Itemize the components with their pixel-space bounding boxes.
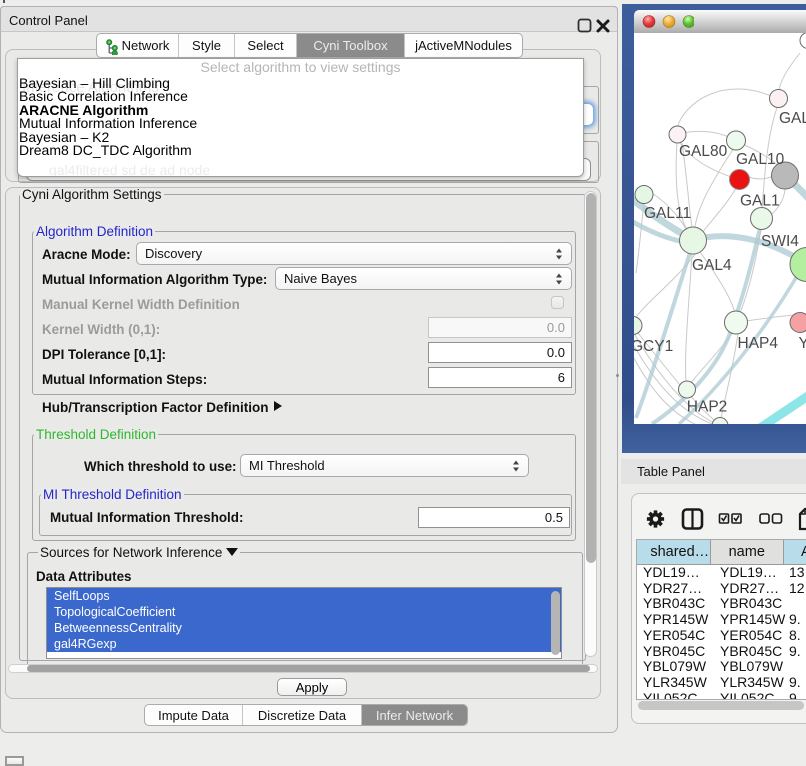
svg-text:GAL1: GAL1 [740, 193, 780, 210]
svg-text:SWI4: SWI4 [761, 233, 799, 250]
svg-text:HAP4: HAP4 [738, 335, 779, 352]
svg-text:GAL80: GAL80 [679, 143, 728, 160]
svg-text:GAL10: GAL10 [736, 151, 785, 168]
svg-text:GAL11: GAL11 [644, 205, 691, 222]
svg-text:HAP2: HAP2 [687, 399, 728, 416]
svg-text:GAL4: GAL4 [692, 257, 732, 274]
svg-text:GAL7: GAL7 [779, 110, 806, 127]
svg-text:Y: Y [799, 335, 806, 352]
svg-text:GCY1: GCY1 [634, 338, 673, 355]
